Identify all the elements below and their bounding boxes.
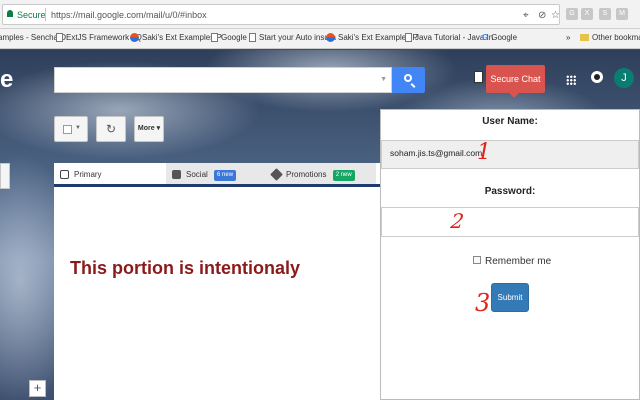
tab-promotions[interactable]: Promotions 2 new bbox=[266, 163, 376, 186]
popup-pointer bbox=[509, 93, 519, 98]
avatar[interactable]: J bbox=[614, 68, 634, 88]
chevron-down-icon[interactable]: ▼ bbox=[380, 76, 387, 83]
translate-icon[interactable]: ⊘ bbox=[538, 10, 546, 21]
remember-me-checkbox[interactable] bbox=[473, 256, 481, 264]
password-label: Password: bbox=[484, 186, 536, 197]
url-text[interactable]: https://mail.google.com/mail/u/0/#inbox bbox=[51, 10, 207, 20]
bookmarks-overflow[interactable]: » bbox=[566, 33, 570, 42]
page-icon bbox=[405, 33, 412, 42]
star-icon[interactable]: ☆ bbox=[551, 10, 560, 21]
remember-me-row[interactable]: Remember me bbox=[473, 256, 551, 267]
bookmark-item[interactable]: Start your Auto insura bbox=[249, 33, 336, 42]
password-field[interactable] bbox=[381, 207, 639, 237]
other-bookmarks[interactable]: Other bookmarks bbox=[580, 33, 640, 42]
extension-icon[interactable]: G bbox=[566, 8, 578, 20]
search-button[interactable] bbox=[392, 67, 425, 93]
inbox-icon bbox=[60, 170, 69, 179]
google-icon: G bbox=[482, 33, 489, 42]
gmail-logo[interactable]: e bbox=[0, 66, 13, 94]
username-field[interactable]: soham.jis.ts@gmail.com bbox=[381, 140, 639, 169]
page-icon bbox=[211, 33, 218, 42]
location-icon[interactable]: ⌖ bbox=[523, 10, 529, 21]
folder-icon bbox=[580, 34, 589, 41]
address-bar[interactable]: Secure https://mail.google.com/mail/u/0/… bbox=[2, 4, 560, 25]
lock-icon bbox=[7, 10, 13, 17]
url-separator bbox=[45, 8, 46, 21]
tab-primary[interactable]: Primary bbox=[54, 163, 166, 186]
refresh-button[interactable]: ↻ bbox=[96, 116, 126, 142]
page-icon bbox=[249, 33, 256, 42]
secure-label: Secure bbox=[17, 10, 46, 20]
submit-button[interactable]: Submit bbox=[491, 283, 529, 312]
secure-chat-extension-icon[interactable] bbox=[474, 71, 483, 83]
bookmark-item[interactable]: Saki's Ext Examples P bbox=[130, 33, 222, 42]
extension-icon[interactable]: M bbox=[616, 8, 628, 20]
bookmark-item[interactable]: Saki's Ext Examples P bbox=[326, 33, 418, 42]
secure-chat-button[interactable]: Secure Chat bbox=[486, 65, 545, 93]
globe-icon bbox=[326, 33, 335, 42]
globe-icon bbox=[130, 33, 139, 42]
bookmark-item[interactable]: Java Tutorial - Java In bbox=[405, 33, 493, 42]
extension-icon[interactable]: S bbox=[599, 8, 611, 20]
tag-icon bbox=[270, 168, 283, 181]
new-badge: 6 new bbox=[214, 170, 237, 181]
remember-me-label: Remember me bbox=[485, 256, 552, 267]
extension-icon[interactable]: X bbox=[581, 8, 593, 20]
bookmark-item[interactable]: Google bbox=[211, 33, 247, 42]
annotation-note: This portion is intentionaly bbox=[70, 258, 301, 278]
tab-social[interactable]: Social 6 new bbox=[166, 163, 266, 186]
notifications-icon[interactable] bbox=[591, 71, 603, 83]
checkbox-icon bbox=[63, 125, 72, 134]
bookmarks-bar: amples - Sencha D ExtJS Framework | Q Sa… bbox=[0, 29, 640, 49]
sidebar-button[interactable] bbox=[0, 163, 10, 189]
annotation-number: 1 bbox=[477, 140, 491, 165]
search-input[interactable]: ▼ bbox=[54, 67, 392, 93]
secure-chat-login-popup: User Name: soham.jis.ts@gmail.com 1 Pass… bbox=[380, 109, 640, 400]
username-label: User Name: bbox=[482, 116, 538, 127]
annotation-number: 3 bbox=[475, 289, 491, 317]
bookmark-item[interactable]: ExtJS Framework | Q bbox=[56, 33, 142, 42]
search-icon bbox=[404, 74, 412, 82]
people-icon bbox=[172, 170, 181, 179]
select-all-button[interactable]: ▼ bbox=[54, 116, 88, 142]
refresh-icon: ↻ bbox=[105, 122, 117, 136]
chevron-down-icon: ▼ bbox=[75, 125, 81, 131]
new-badge: 2 new bbox=[332, 170, 355, 181]
more-button[interactable]: More ▾ bbox=[134, 116, 164, 142]
add-button[interactable]: + bbox=[29, 380, 46, 397]
page-icon bbox=[56, 33, 63, 42]
bookmark-item[interactable]: G Google bbox=[482, 33, 517, 42]
browser-toolbar: Secure https://mail.google.com/mail/u/0/… bbox=[0, 0, 640, 29]
apps-grid-icon[interactable] bbox=[566, 75, 576, 85]
